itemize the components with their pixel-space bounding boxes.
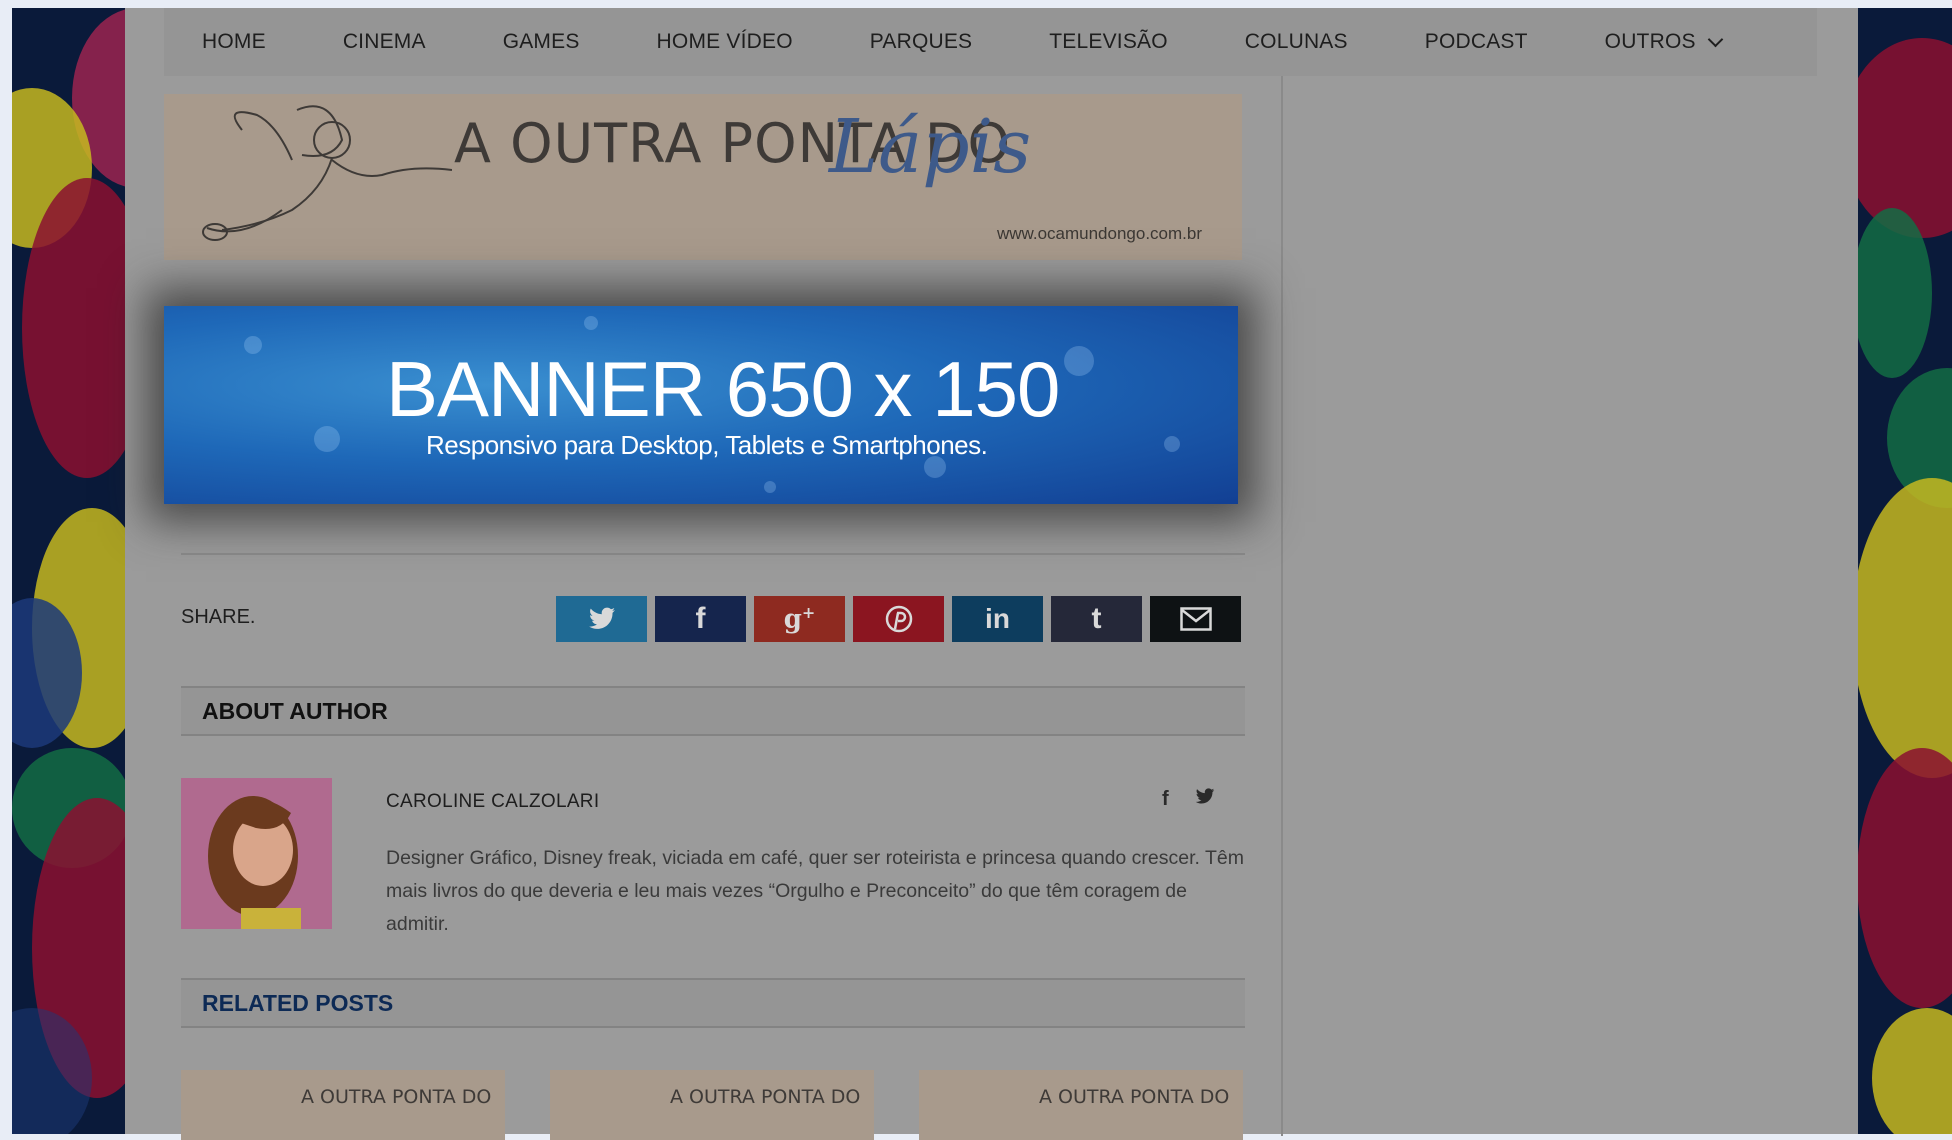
linkedin-icon: in	[985, 603, 1010, 634]
header-banner-image[interactable]: A OUTRA PONTA DO Lápis www.ocamundongo.c…	[164, 94, 1242, 260]
main-nav: HOME CINEMA GAMES HOME VÍDEO PARQUES TEL…	[164, 8, 1817, 76]
related-post-thumb-text: A OUTRA PONTA DO	[301, 1086, 492, 1108]
twitter-share-button[interactable]	[556, 596, 647, 642]
related-post-thumb-text: A OUTRA PONTA DO	[670, 1086, 861, 1108]
about-author-heading: ABOUT AUTHOR	[202, 698, 388, 724]
linkedin-share-button[interactable]: in	[952, 596, 1043, 642]
nav-item-home[interactable]: HOME	[202, 30, 266, 54]
tinkerbell-illustration	[202, 105, 452, 241]
ad-banner-subtitle: Responsivo para Desktop, Tablets e Smart…	[426, 430, 988, 460]
author-name[interactable]: CAROLINE CALZOLARI	[386, 791, 599, 813]
pinterest-icon	[885, 605, 912, 633]
nav-item-podcast[interactable]: PODCAST	[1425, 30, 1528, 54]
related-post-thumb-text: A OUTRA PONTA DO	[1039, 1086, 1230, 1108]
twitter-icon	[588, 607, 615, 629]
nav-item-parques[interactable]: PARQUES	[870, 30, 973, 54]
nav-item-outros[interactable]: OUTROS	[1604, 30, 1723, 54]
related-post-thumbnail[interactable]: A OUTRA PONTA DO	[181, 1070, 505, 1140]
sidebar-divider	[1281, 76, 1283, 1136]
author-social-links: f	[1162, 788, 1215, 811]
share-buttons: f g+ in t	[556, 596, 1241, 642]
ad-banner-title: BANNER 650 x 150	[386, 345, 1060, 433]
share-label: SHARE.	[181, 606, 256, 628]
related-posts-header: RELATED POSTS	[181, 978, 1245, 1028]
header-banner-script: Lápis	[829, 104, 1032, 190]
related-posts-list: A OUTRA PONTA DO A OUTRA PONTA DO A OUTR…	[181, 1070, 1243, 1140]
nav-item-home-video[interactable]: HOME VÍDEO	[657, 30, 793, 54]
nav-item-cinema[interactable]: CINEMA	[343, 30, 426, 54]
author-avatar-image	[181, 778, 332, 929]
facebook-icon: f	[695, 602, 706, 635]
about-author-header: ABOUT AUTHOR	[181, 686, 1245, 736]
facebook-share-button[interactable]: f	[655, 596, 746, 642]
tumblr-share-button[interactable]: t	[1051, 596, 1142, 642]
author-bio: Designer Gráfico, Disney freak, viciada …	[386, 847, 1245, 935]
facebook-icon[interactable]: f	[1162, 788, 1169, 811]
twitter-icon[interactable]	[1195, 788, 1215, 811]
envelope-icon	[1179, 607, 1212, 631]
googleplus-share-button[interactable]: g+	[754, 596, 845, 642]
pinterest-share-button[interactable]	[853, 596, 944, 642]
nav-item-colunas[interactable]: COLUNAS	[1245, 30, 1348, 54]
header-banner-url: www.ocamundongo.com.br	[996, 224, 1202, 243]
email-share-button[interactable]	[1150, 596, 1241, 642]
related-post-thumbnail[interactable]: A OUTRA PONTA DO	[919, 1070, 1243, 1140]
avatar[interactable]	[181, 778, 332, 929]
tumblr-icon: t	[1091, 602, 1102, 635]
googleplus-icon: g+	[783, 603, 816, 635]
chevron-down-icon	[1707, 31, 1723, 47]
nav-item-televisao[interactable]: TELEVISÃO	[1049, 30, 1168, 54]
page-container: minhal HOME CINEMA GAMES HOME VÍDEO PARQ…	[125, 8, 1858, 1140]
related-posts-heading: RELATED POSTS	[202, 990, 394, 1016]
nav-item-games[interactable]: GAMES	[503, 30, 580, 54]
nav-item-outros-label: OUTROS	[1604, 30, 1696, 53]
related-post-thumbnail[interactable]: A OUTRA PONTA DO	[550, 1070, 874, 1140]
ad-banner[interactable]: BANNER 650 x 150 Responsivo para Desktop…	[164, 306, 1238, 504]
content-divider	[181, 553, 1245, 555]
